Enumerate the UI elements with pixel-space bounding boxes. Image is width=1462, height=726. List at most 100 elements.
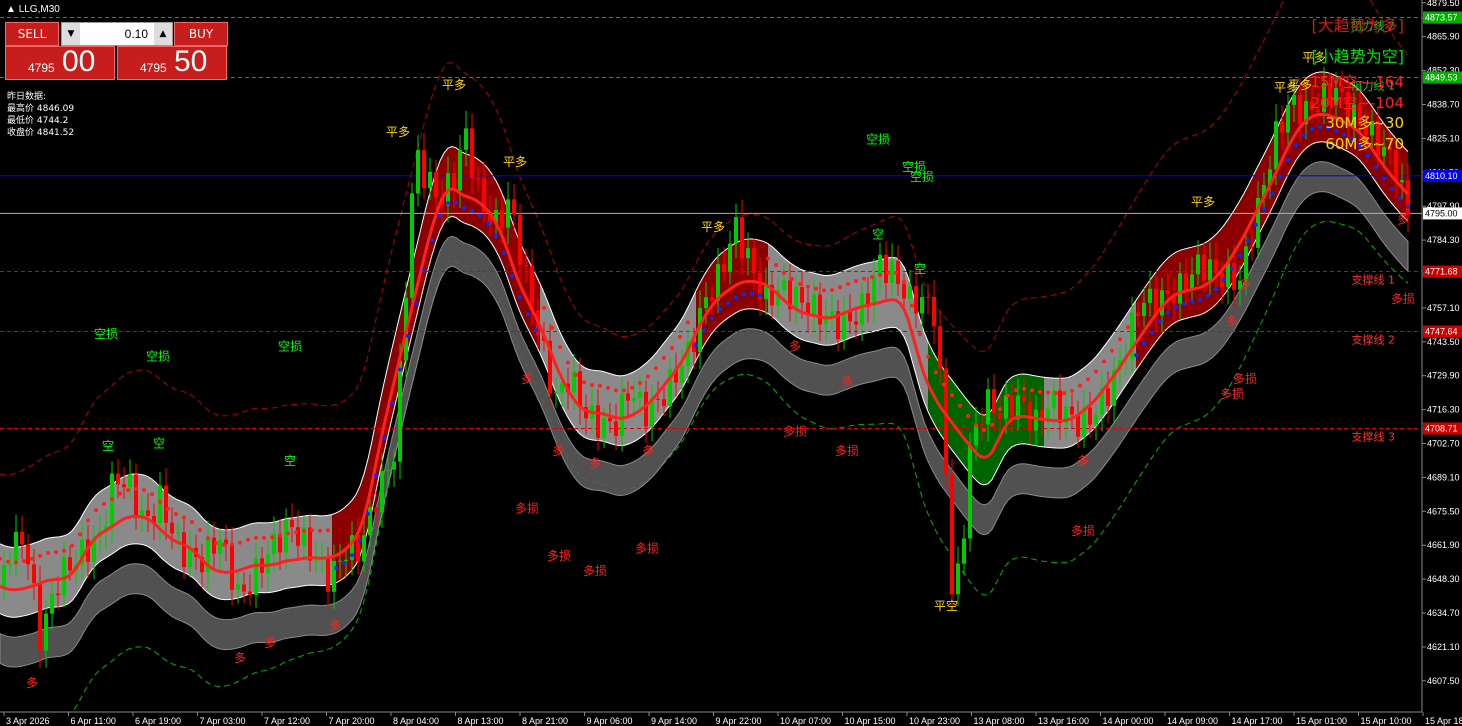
trend-band-segment xyxy=(736,240,740,313)
candle-body xyxy=(68,557,72,571)
candle-body xyxy=(1178,273,1182,304)
signal-dot xyxy=(750,291,754,296)
trend-band-segment xyxy=(636,368,640,441)
trend-band-segment xyxy=(936,357,940,434)
signal-dot xyxy=(1182,302,1186,307)
signal-dot xyxy=(1206,293,1210,298)
signal-annotation: 多 xyxy=(264,636,276,650)
sell-price[interactable]: 4795 00 xyxy=(5,45,115,80)
candle-body xyxy=(920,296,924,314)
price-tag-label: 4873.57 xyxy=(1425,13,1458,23)
candle-body xyxy=(704,297,708,309)
yesterday-high: 最高价 4846.09 xyxy=(7,104,75,114)
buy-price-pips: 50 xyxy=(174,45,208,78)
candle-body xyxy=(644,391,648,427)
signal-annotation: 多损 xyxy=(1220,387,1244,401)
signal-dot xyxy=(62,548,66,553)
signal-dot xyxy=(390,401,394,406)
signal-dot xyxy=(590,383,594,388)
signal-dot xyxy=(734,295,738,300)
signal-dot xyxy=(526,312,530,317)
signal-dot xyxy=(1158,319,1162,324)
signal-dot xyxy=(1190,299,1194,304)
candle-body xyxy=(938,326,942,369)
signal-dot xyxy=(494,233,498,238)
price-tag-label: 4771.68 xyxy=(1425,267,1458,277)
lot-increase-icon[interactable]: ▲ xyxy=(154,23,172,45)
candle-body xyxy=(620,393,624,436)
candle-body xyxy=(1004,395,1008,419)
signal-dot xyxy=(766,256,770,261)
sell-button[interactable]: SELL xyxy=(5,22,59,46)
signal-dot xyxy=(1374,165,1378,170)
trend-band-segment xyxy=(964,395,968,471)
signal-annotation: 多 xyxy=(1226,315,1238,329)
buy-button[interactable]: BUY xyxy=(174,22,228,46)
y-tick-label: 4879.50 xyxy=(1427,0,1460,8)
candle-body xyxy=(116,473,120,485)
candle-body xyxy=(890,260,894,283)
trend-band-segment xyxy=(304,515,308,586)
signal-dot xyxy=(1110,348,1114,353)
candle-body xyxy=(524,264,528,267)
candle-body xyxy=(422,150,426,189)
candle-body xyxy=(386,469,390,471)
candle-body xyxy=(26,544,30,565)
signal-dot xyxy=(742,292,746,297)
signal-dot xyxy=(878,272,882,277)
price-tag-label: 4795.00 xyxy=(1425,208,1458,218)
x-tick-label: 9 Apr 22:00 xyxy=(716,716,762,726)
candle-body xyxy=(854,321,858,325)
signal-dot xyxy=(1094,369,1098,374)
signal-dot xyxy=(1022,386,1026,391)
signal-dot xyxy=(822,288,826,293)
signal-dot xyxy=(406,333,410,338)
signal-dot xyxy=(366,511,370,516)
trend-band-segment xyxy=(312,515,316,586)
small-trend-label: [小趋势为空] xyxy=(1311,47,1405,66)
trend-band-segment xyxy=(72,525,76,601)
signal-dot xyxy=(1262,207,1266,212)
candle-body xyxy=(608,418,612,422)
lot-size-input[interactable]: 0.10 xyxy=(82,23,152,45)
x-tick-label: 8 Apr 04:00 xyxy=(393,716,439,726)
signal-dot xyxy=(46,551,50,556)
x-tick-label: 9 Apr 06:00 xyxy=(587,716,633,726)
signal-dot xyxy=(310,528,314,533)
signal-dot xyxy=(662,355,666,360)
candle-body xyxy=(458,149,462,191)
y-tick-label: 4838.70 xyxy=(1427,99,1460,109)
x-tick-label: 10 Apr 15:00 xyxy=(845,716,896,726)
trend-band-segment xyxy=(288,517,292,589)
trend-band-segment xyxy=(772,246,776,320)
signal-annotation: 多 xyxy=(1397,212,1409,226)
trend-band-segment xyxy=(300,515,304,587)
trend-band-segment xyxy=(280,519,284,591)
trend-band-segment xyxy=(540,283,544,363)
lot-size-stepper[interactable]: ▼ 0.10 ▲ xyxy=(61,22,173,46)
signal-annotation: 多损 xyxy=(1391,292,1415,306)
signal-dot xyxy=(350,553,354,558)
candle-body xyxy=(308,527,312,561)
signal-annotation: 平多 xyxy=(442,78,466,92)
signal-dot xyxy=(1062,391,1066,396)
x-tick-label: 13 Apr 16:00 xyxy=(1038,716,1089,726)
candle-body xyxy=(578,371,582,408)
candle-body xyxy=(752,248,756,273)
signal-dot xyxy=(118,491,122,496)
signal-dot xyxy=(78,532,82,537)
signal-dot xyxy=(966,414,970,419)
signal-dot xyxy=(1070,388,1074,393)
candle-body xyxy=(296,527,300,546)
signal-dot xyxy=(1078,383,1082,388)
trend-band-segment xyxy=(196,510,200,585)
price-chart[interactable]: 平多平多平多平多平多平多平多平多平空空损空损空损空损空损空损空 空空空空多多多多多… xyxy=(0,0,1462,726)
trend-20m: 20M空~-104 xyxy=(1310,94,1404,112)
candle-body xyxy=(656,398,660,400)
buy-price[interactable]: 4795 50 xyxy=(117,45,227,80)
candle-body xyxy=(146,510,150,517)
x-tick-label: 6 Apr 19:00 xyxy=(135,716,181,726)
lot-decrease-icon[interactable]: ▼ xyxy=(62,23,80,45)
y-tick-label: 4689.10 xyxy=(1427,472,1460,482)
signal-dot xyxy=(222,542,226,547)
